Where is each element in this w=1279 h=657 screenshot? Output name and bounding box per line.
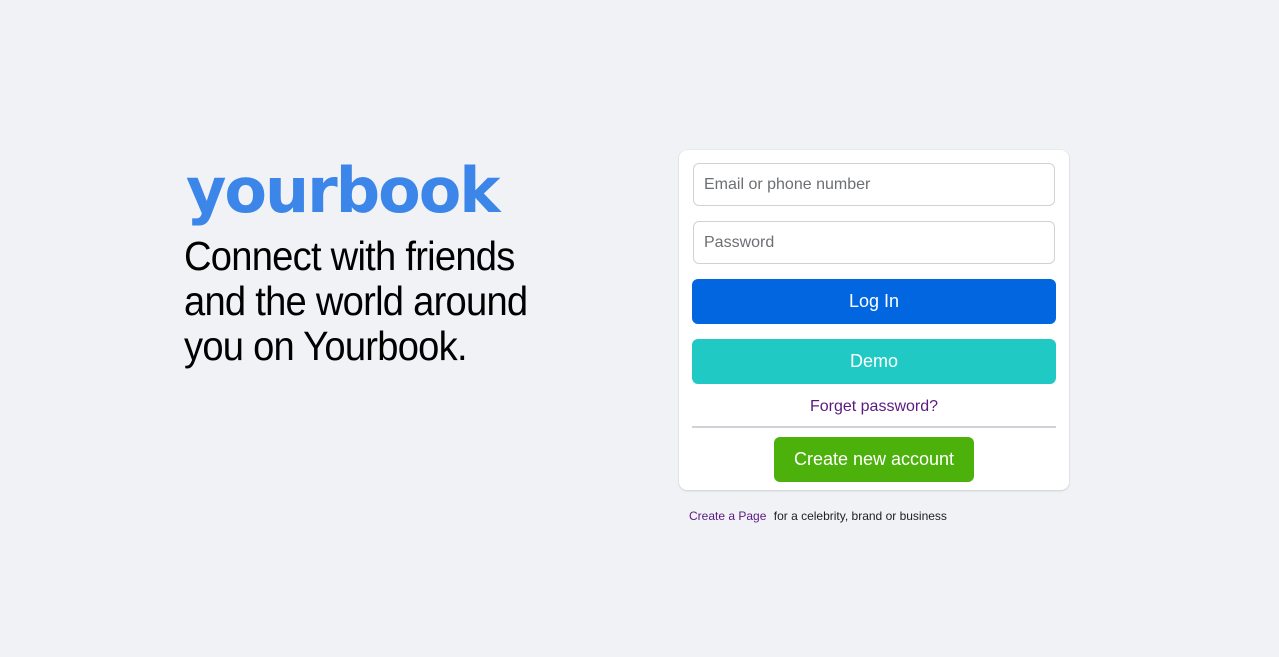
brand-logo: yourbook xyxy=(186,154,501,227)
brand-tagline: Connect with friends and the world aroun… xyxy=(184,233,528,369)
demo-button[interactable]: Demo xyxy=(692,339,1056,384)
create-page-link[interactable]: Create a Page xyxy=(689,509,766,523)
login-button[interactable]: Log In xyxy=(692,279,1056,324)
login-card: Log In Demo Forget password? Create new … xyxy=(679,150,1069,490)
create-account-button[interactable]: Create new account xyxy=(774,437,974,482)
brand-section: yourbook Connect with friends and the wo… xyxy=(184,150,544,369)
login-page: yourbook Connect with friends and the wo… xyxy=(0,0,1279,657)
create-page-note: Create a Page for a celebrity, brand or … xyxy=(689,509,947,523)
divider xyxy=(692,426,1056,428)
create-page-suffix: for a celebrity, brand or business xyxy=(773,509,947,523)
email-field[interactable] xyxy=(693,163,1055,206)
forgot-password-link[interactable]: Forget password? xyxy=(679,398,1069,416)
password-field[interactable] xyxy=(693,221,1055,264)
